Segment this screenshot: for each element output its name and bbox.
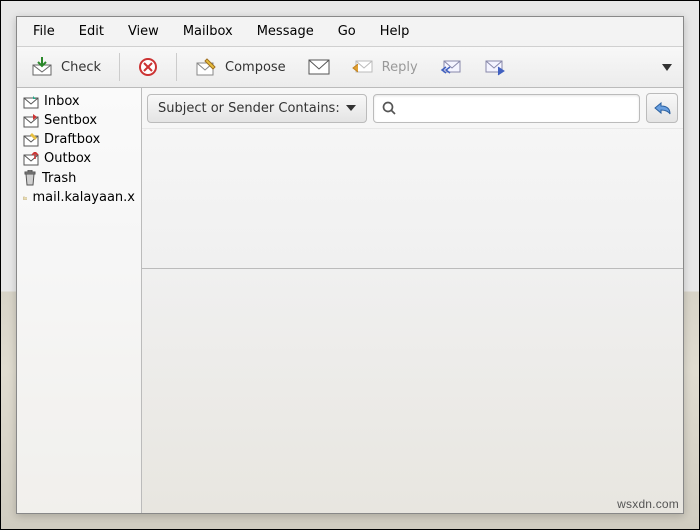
trash-icon bbox=[23, 170, 37, 186]
envelope-icon bbox=[308, 59, 330, 75]
sidebar-item-sentbox[interactable]: Sentbox bbox=[19, 111, 139, 130]
chevron-down-icon bbox=[346, 104, 356, 112]
reply-arrow-icon bbox=[653, 101, 671, 115]
menu-view[interactable]: View bbox=[118, 21, 169, 42]
reply-icon bbox=[352, 58, 374, 76]
draftbox-icon bbox=[23, 133, 39, 147]
folder-icon bbox=[23, 191, 27, 205]
check-label: Check bbox=[61, 60, 101, 75]
outbox-icon bbox=[23, 152, 39, 166]
reply-all-icon bbox=[440, 58, 462, 76]
watermark: wsxdn.com bbox=[617, 497, 679, 511]
chevron-down-icon bbox=[661, 62, 673, 72]
filter-label: Subject or Sender Contains: bbox=[158, 101, 340, 116]
toggle-preview-button[interactable] bbox=[646, 93, 678, 123]
folder-sidebar: Inbox Sentbox Draftbox Outbox Trash mail… bbox=[17, 88, 142, 513]
menu-mailbox[interactable]: Mailbox bbox=[173, 21, 243, 42]
search-input[interactable] bbox=[402, 100, 631, 117]
menu-go[interactable]: Go bbox=[328, 21, 366, 42]
message-list[interactable] bbox=[142, 129, 683, 269]
sentbox-icon bbox=[23, 114, 39, 128]
compose-label: Compose bbox=[225, 60, 286, 75]
sidebar-item-label: Sentbox bbox=[44, 113, 97, 128]
menu-file[interactable]: File bbox=[23, 21, 65, 42]
filter-bar: Subject or Sender Contains: bbox=[142, 88, 683, 129]
sidebar-item-account[interactable]: mail.kalayaan.x bbox=[19, 188, 139, 207]
forward-icon bbox=[484, 58, 506, 76]
message-preview bbox=[142, 269, 683, 513]
mail-window: File Edit View Mailbox Message Go Help C… bbox=[16, 16, 684, 514]
sidebar-item-label: Inbox bbox=[44, 94, 80, 109]
search-box[interactable] bbox=[373, 94, 640, 123]
menu-edit[interactable]: Edit bbox=[69, 21, 114, 42]
menu-message[interactable]: Message bbox=[247, 21, 324, 42]
cancel-icon bbox=[138, 57, 158, 77]
content-pane: Subject or Sender Contains: bbox=[142, 88, 683, 513]
reply-label: Reply bbox=[382, 60, 418, 75]
menubar: File Edit View Mailbox Message Go Help bbox=[17, 17, 683, 47]
separator bbox=[119, 53, 120, 81]
sidebar-item-trash[interactable]: Trash bbox=[19, 168, 139, 188]
sidebar-item-label: Trash bbox=[42, 171, 76, 186]
reply-all-button[interactable] bbox=[436, 56, 466, 78]
sidebar-item-draftbox[interactable]: Draftbox bbox=[19, 130, 139, 149]
forward-button[interactable] bbox=[480, 56, 510, 78]
menu-help[interactable]: Help bbox=[370, 21, 420, 42]
sidebar-item-inbox[interactable]: Inbox bbox=[19, 92, 139, 111]
cancel-button[interactable] bbox=[134, 55, 162, 79]
sidebar-item-label: mail.kalayaan.x bbox=[32, 190, 135, 205]
compose-button[interactable]: Compose bbox=[191, 55, 290, 79]
search-icon bbox=[382, 101, 396, 115]
compose-icon bbox=[195, 57, 217, 77]
check-button[interactable]: Check bbox=[27, 55, 105, 79]
check-mail-icon bbox=[31, 57, 53, 77]
separator bbox=[176, 53, 177, 81]
toolbar: Check Compose Reply bbox=[17, 47, 683, 88]
toolbar-overflow[interactable] bbox=[661, 62, 673, 72]
body: Inbox Sentbox Draftbox Outbox Trash mail… bbox=[17, 88, 683, 513]
sidebar-item-label: Draftbox bbox=[44, 132, 100, 147]
filter-dropdown[interactable]: Subject or Sender Contains: bbox=[147, 94, 367, 123]
reply-button[interactable]: Reply bbox=[348, 56, 422, 78]
envelope-button[interactable] bbox=[304, 57, 334, 77]
inbox-icon bbox=[23, 95, 39, 109]
sidebar-item-label: Outbox bbox=[44, 151, 91, 166]
sidebar-item-outbox[interactable]: Outbox bbox=[19, 149, 139, 168]
